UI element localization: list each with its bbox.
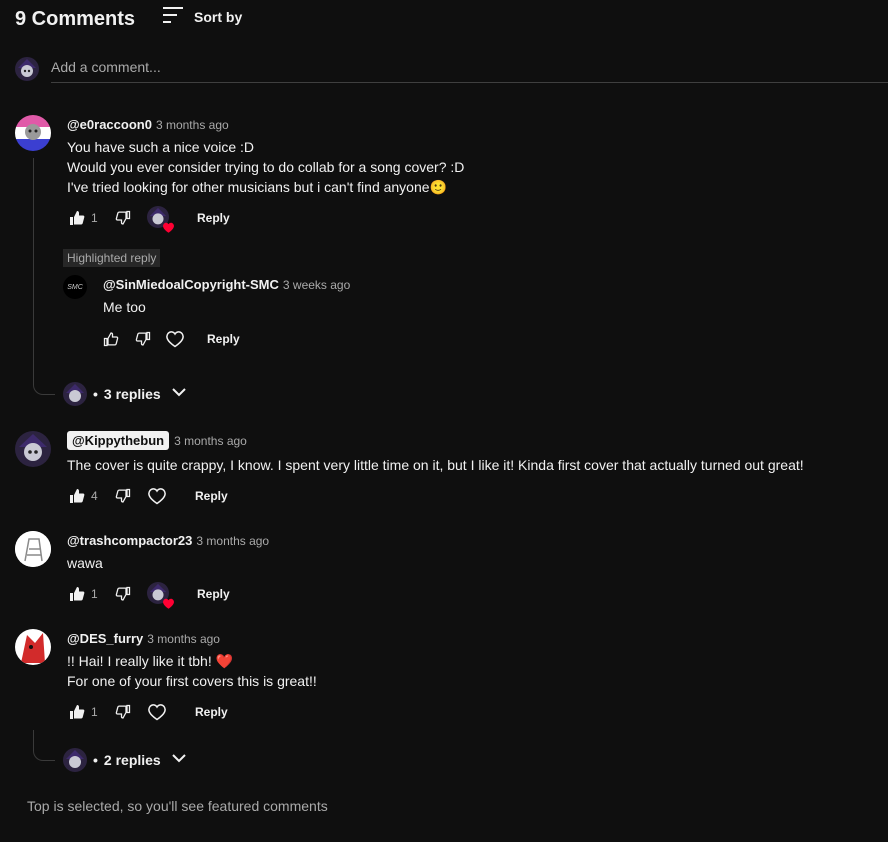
comment-time[interactable]: 3 months ago (156, 118, 229, 132)
comment-body: !! Hai! I really like it tbh! ❤️ For one… (67, 651, 317, 691)
comments-count: 9 Comments (15, 8, 136, 30)
heart-icon (162, 597, 175, 610)
like-count: 1 (91, 587, 98, 601)
like-icon[interactable] (67, 702, 87, 722)
dislike-icon[interactable] (113, 486, 133, 506)
sort-by-button[interactable]: Sort by (162, 6, 242, 28)
comment-time[interactable]: 3 months ago (196, 534, 269, 548)
sort-by-label: Sort by (194, 9, 243, 25)
comment-actions: 1 Reply (67, 702, 228, 722)
reply-meta: @SinMiedoalCopyright-SMC 3 weeks ago (103, 277, 350, 292)
comment-author[interactable]: @DES_furry (67, 631, 143, 646)
reply-button[interactable]: Reply (195, 489, 228, 503)
creator-heart-badge (147, 206, 174, 233)
chevron-down-icon (171, 384, 187, 405)
current-user-avatar (15, 57, 39, 81)
add-comment-input[interactable]: Add a comment... (51, 57, 888, 83)
reply-time[interactable]: 3 weeks ago (283, 278, 350, 292)
creator-heart-badge (147, 582, 174, 609)
dislike-icon[interactable] (133, 329, 153, 349)
reply-button[interactable]: Reply (197, 587, 230, 601)
thread-line (33, 158, 55, 395)
dislike-icon[interactable] (113, 208, 133, 228)
heart-outline-icon[interactable] (147, 486, 167, 506)
reply-author[interactable]: @SinMiedoalCopyright-SMC (103, 277, 279, 292)
commenter-avatar[interactable] (15, 629, 51, 665)
replies-toggle[interactable]: • 3 replies (63, 382, 187, 406)
comment-meta: @Kippythebun 3 months ago (67, 431, 247, 450)
comment-actions: 4 Reply (67, 486, 228, 506)
reply-body: Me too (103, 299, 146, 315)
channel-owner-badge[interactable]: @Kippythebun (67, 431, 170, 450)
sort-lines-icon (162, 5, 184, 30)
heart-outline-icon[interactable] (165, 329, 185, 349)
comment-meta: @DES_furry 3 months ago (67, 631, 220, 646)
replies-toggle[interactable]: • 2 replies (63, 748, 187, 772)
reply-actions: Reply (101, 329, 240, 349)
comment-line: Would you ever consider trying to do col… (67, 159, 465, 175)
comment-line: You have such a nice voice :D (67, 139, 255, 155)
like-count: 1 (91, 705, 98, 719)
comment-author[interactable]: @e0raccoon0 (67, 117, 152, 132)
comment-actions: 1 Reply (67, 582, 230, 609)
highlighted-reply-badge: Highlighted reply (63, 249, 161, 267)
comment-body: The cover is quite crappy, I know. I spe… (67, 457, 804, 473)
commenter-avatar[interactable] (15, 531, 51, 567)
smile-emoji: 🙂 (429, 179, 447, 195)
comment-actions: 1 Reply (67, 206, 230, 233)
comment-time[interactable]: 3 months ago (174, 434, 247, 448)
comment-author[interactable]: @trashcompactor23 (67, 533, 192, 548)
replies-bullet: • (93, 752, 98, 768)
reply-button[interactable]: Reply (207, 332, 240, 346)
creator-avatar (63, 382, 87, 406)
comment-line: !! Hai! I really like it tbh! ❤️ (67, 653, 234, 669)
comment-time[interactable]: 3 months ago (147, 632, 220, 646)
comment-meta: @e0raccoon0 3 months ago (67, 117, 229, 132)
replies-bullet: • (93, 386, 98, 402)
reply-button[interactable]: Reply (197, 211, 230, 225)
creator-avatar (63, 748, 87, 772)
like-count: 4 (91, 489, 98, 503)
add-comment-placeholder: Add a comment... (51, 59, 161, 75)
comment-body: You have such a nice voice :D Would you … (67, 137, 464, 197)
replies-count: 2 replies (103, 752, 161, 768)
reply-button[interactable]: Reply (195, 705, 228, 719)
like-icon[interactable] (101, 329, 121, 349)
comment-body: wawa (67, 555, 103, 571)
like-icon[interactable] (67, 208, 87, 228)
chevron-down-icon (171, 750, 187, 771)
replies-count: 3 replies (103, 386, 161, 402)
heart-emoji: ❤️ (215, 653, 234, 669)
dislike-icon[interactable] (113, 584, 133, 604)
featured-comments-note: Top is selected, so you'll see featured … (27, 798, 328, 814)
heart-icon (162, 221, 175, 234)
thread-line (33, 730, 55, 761)
dislike-icon[interactable] (113, 702, 133, 722)
reply-avatar-text: SMC (67, 283, 83, 291)
comment-line: I've tried looking for other musicians b… (67, 179, 447, 195)
like-count: 1 (91, 211, 98, 225)
like-icon[interactable] (67, 486, 87, 506)
comment-meta: @trashcompactor23 3 months ago (67, 533, 269, 548)
heart-outline-icon[interactable] (147, 702, 167, 722)
reply-avatar[interactable]: SMC (63, 275, 87, 299)
commenter-avatar[interactable] (15, 431, 51, 467)
comment-line: For one of your first covers this is gre… (67, 673, 317, 689)
like-icon[interactable] (67, 584, 87, 604)
commenter-avatar[interactable] (15, 115, 51, 151)
